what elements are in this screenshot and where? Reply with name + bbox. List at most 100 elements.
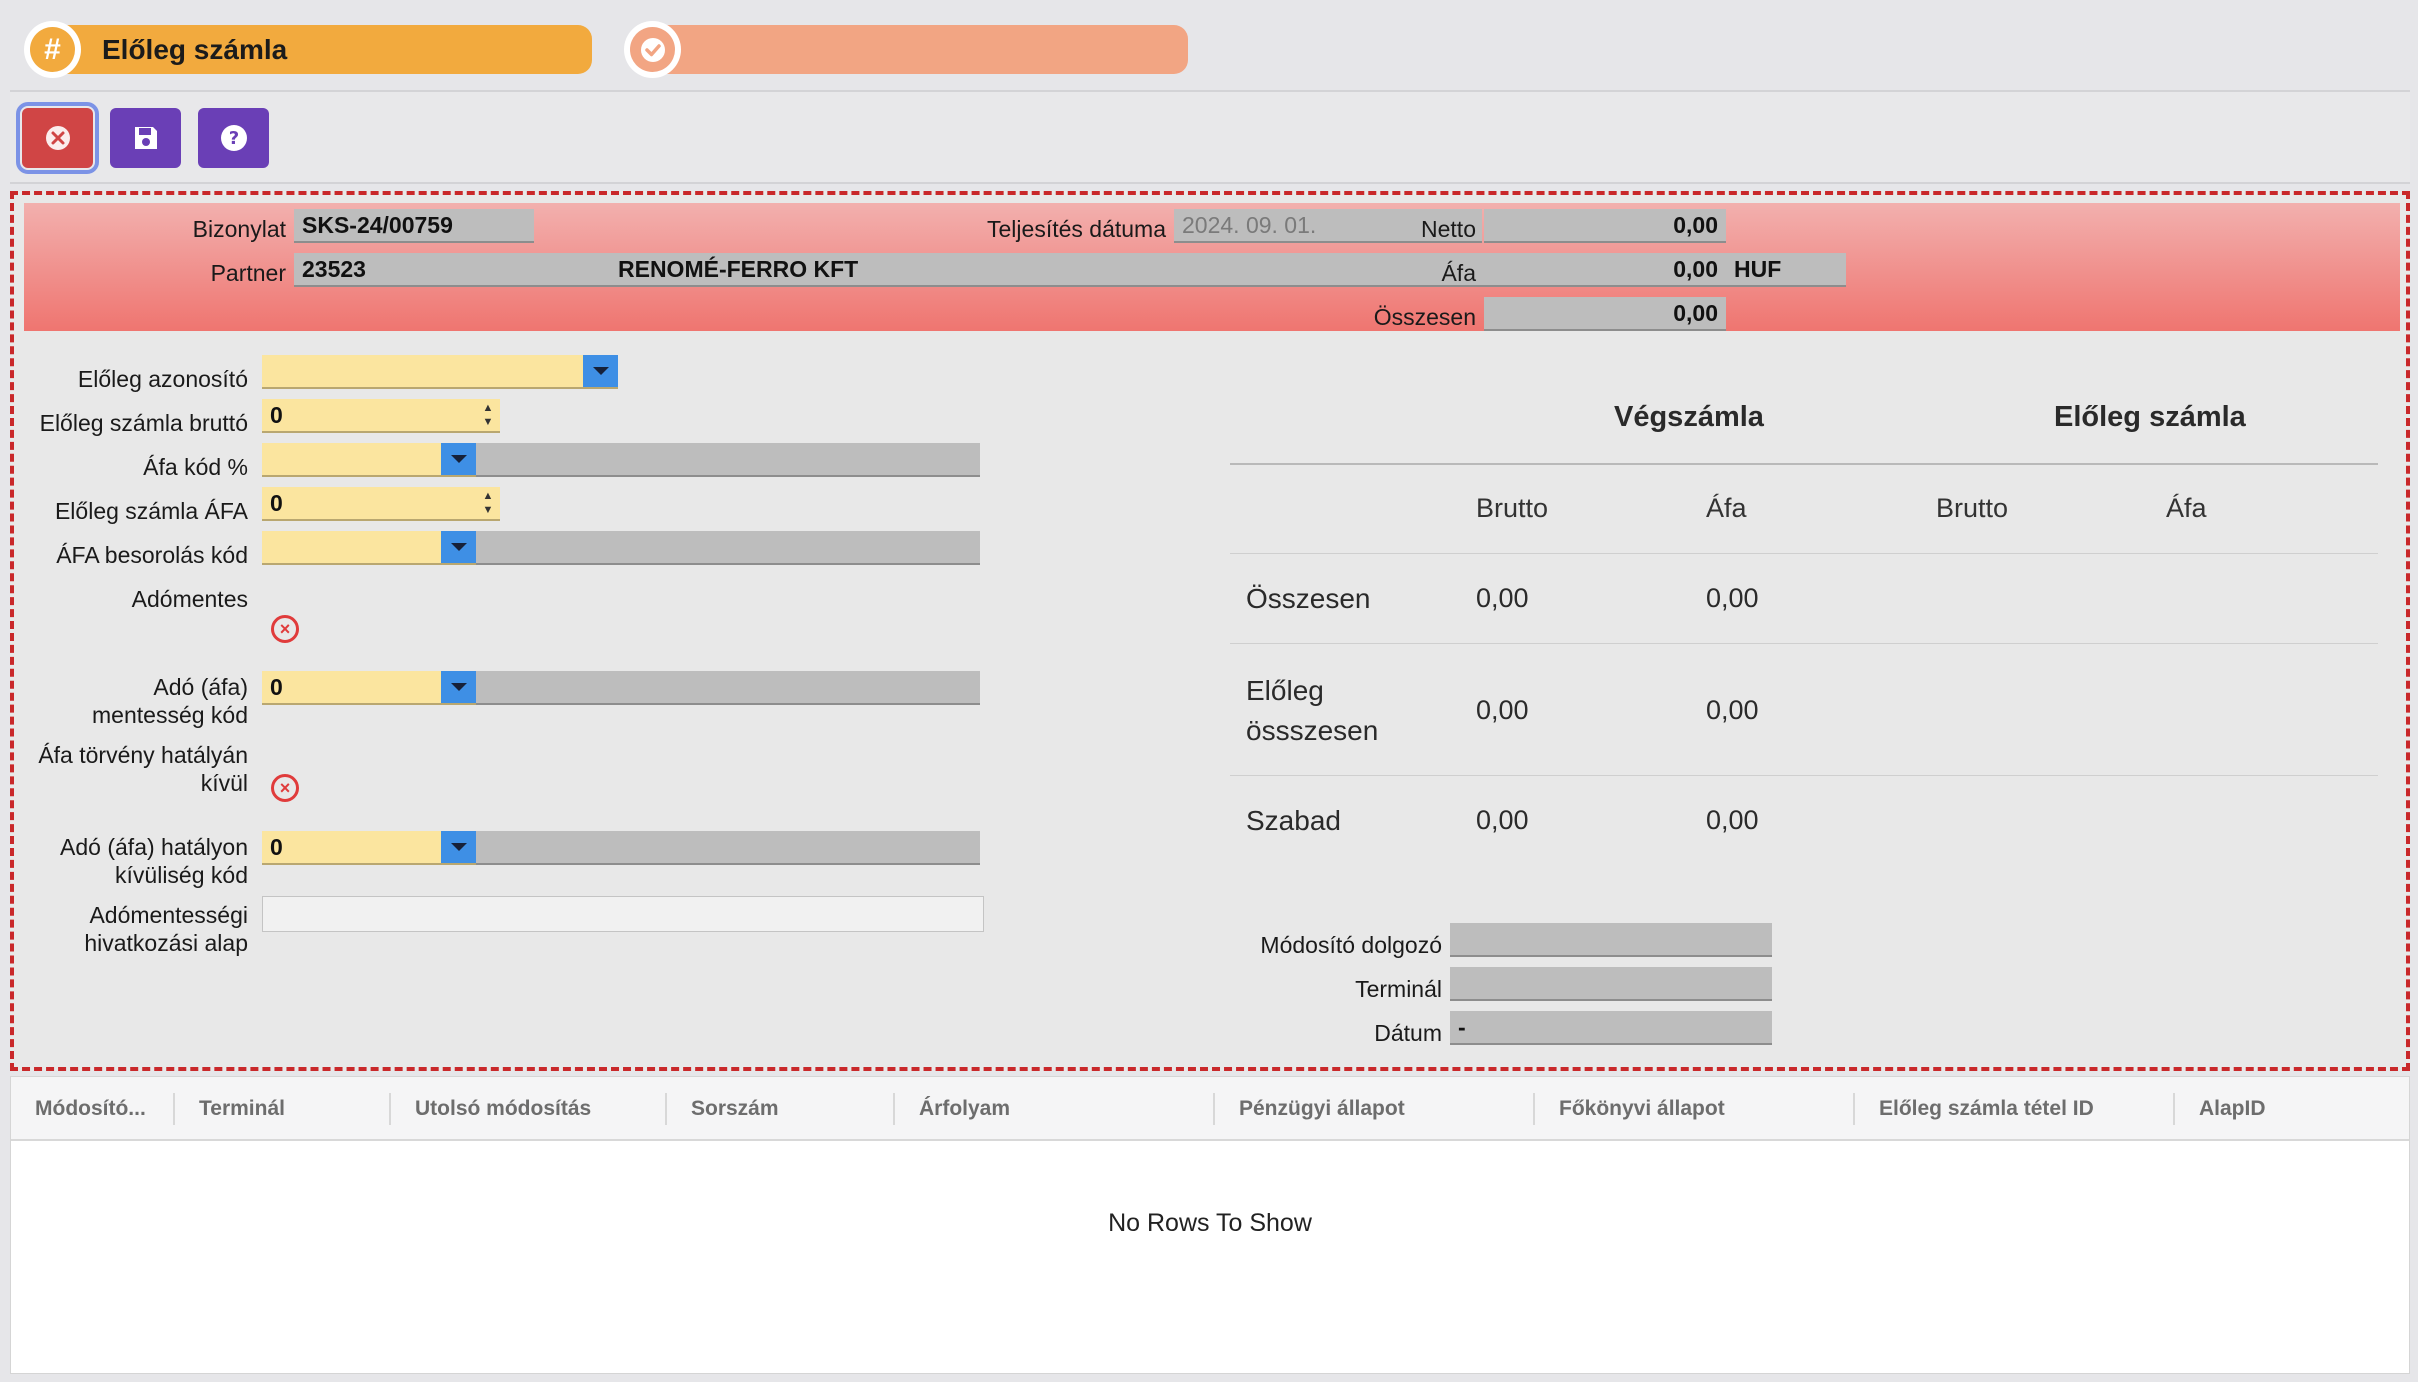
hivatkozasi-label-line1: Adómentességi — [89, 902, 248, 928]
vegszamla-title: Végszámla — [1614, 401, 1764, 433]
osszesen-label: Összesen — [1373, 304, 1476, 330]
adomentes-label: Adómentes — [131, 586, 248, 612]
teljesites-label: Teljesítés dátuma — [987, 216, 1166, 242]
mentesseg-value: 0 — [270, 674, 283, 700]
column-header-sorszam[interactable]: Sorszám — [691, 1077, 891, 1141]
eloleg-afa-value: 0 — [270, 490, 283, 516]
column-header-arfolyam[interactable]: Árfolyam — [919, 1077, 1209, 1141]
afa-kod-select[interactable] — [262, 443, 476, 477]
column-resize-handle[interactable] — [1213, 1093, 1215, 1125]
tab-second[interactable] — [624, 21, 1188, 78]
chevron-down-icon[interactable] — [441, 671, 476, 703]
modosito-dolgozo-field — [1450, 923, 1772, 957]
stepper-icon[interactable]: ▲ ▼ — [480, 491, 496, 516]
netto-label: Netto — [1421, 216, 1476, 242]
column-header-utolso-modositas[interactable]: Utolsó módosítás — [415, 1077, 665, 1141]
adomentes-checkbox-off-icon[interactable]: × — [271, 615, 299, 643]
eloleg-azonosito-select[interactable] — [262, 355, 618, 389]
close-circle-icon — [45, 126, 70, 150]
afa-kod-label: Áfa kód % — [143, 454, 248, 480]
close-button[interactable] — [16, 102, 99, 174]
chevron-down-icon[interactable] — [441, 831, 476, 863]
column-resize-handle[interactable] — [389, 1093, 391, 1125]
hash-icon: # — [24, 21, 81, 78]
hivatkozasi-input[interactable] — [262, 896, 984, 932]
summary-row-divider — [1230, 775, 2378, 776]
svg-text:?: ? — [228, 128, 238, 149]
modosito-dolgozo-label: Módosító dolgozó — [1260, 932, 1442, 958]
grid-header: Módosító... Terminál Utolsó módosítás So… — [11, 1077, 2409, 1141]
chevron-down-icon[interactable] — [441, 443, 476, 475]
data-grid: Módosító... Terminál Utolsó módosítás So… — [10, 1076, 2410, 1374]
eloleg-azonosito-label: Előleg azonosító — [77, 366, 248, 392]
eloleg-brutto-value: 0 — [270, 402, 283, 428]
hatalyon-value: 0 — [270, 834, 283, 860]
column-header-modosito[interactable]: Módosító... — [35, 1077, 165, 1141]
tab-title: Előleg számla — [102, 33, 288, 65]
torveny-checkbox-off-icon[interactable]: × — [271, 774, 299, 802]
afa-besorolas-select[interactable] — [262, 531, 476, 565]
summary-row-divider — [1230, 553, 2378, 554]
column-header-alapid[interactable]: AlapID — [2199, 1077, 2379, 1141]
eloleg-szamla-title: Előleg számla — [2054, 401, 2246, 433]
column-resize-handle[interactable] — [665, 1093, 667, 1125]
afa-besorolas-label: ÁFA besorolás kód — [56, 542, 248, 568]
save-button[interactable] — [110, 108, 181, 168]
afa-field: 0,00 — [1484, 253, 1726, 287]
afa-besorolas-description — [476, 531, 980, 565]
hatalyon-label-line2: kívüliség kód — [115, 862, 248, 888]
column-resize-handle[interactable] — [2173, 1093, 2175, 1125]
mentesseg-label-line1: Adó (áfa) — [153, 674, 248, 700]
netto-field: 0,00 — [1484, 209, 1726, 243]
eloleg-brutto-label: Előleg számla bruttó — [39, 410, 248, 436]
column-header-penzugyi-allapot[interactable]: Pénzügyi állapot — [1239, 1077, 1529, 1141]
document-form: Bizonylat SKS-24/00759 Partner 23523 REN… — [10, 191, 2410, 1071]
floppy-disk-icon — [134, 127, 157, 149]
bizonylat-label: Bizonylat — [192, 216, 286, 242]
chevron-down-icon[interactable] — [441, 531, 476, 563]
vegszamla-afa-header: Áfa — [1706, 493, 1747, 523]
column-header-fokonyvi-allapot[interactable]: Főkönyvi állapot — [1559, 1077, 1849, 1141]
column-resize-handle[interactable] — [1533, 1093, 1535, 1125]
summary-szabad-afa: 0,00 — [1706, 805, 1759, 835]
torveny-label-line2: kívül — [200, 770, 248, 796]
eloleg-afa-input[interactable]: 0 ▲ ▼ — [262, 487, 500, 521]
summary-row-eloleg-label-line1: Előleg — [1246, 675, 1324, 706]
help-button[interactable]: ? — [198, 108, 269, 168]
partner-code-field[interactable]: 23523 — [294, 253, 610, 287]
hivatkozasi-label-line2: hivatkozási alap — [84, 930, 248, 956]
hatalyon-select[interactable]: 0 — [262, 831, 476, 865]
hatalyon-label-line1: Adó (áfa) hatályon — [60, 834, 248, 860]
summary-row-divider — [1230, 643, 2378, 644]
datum-field: - — [1450, 1011, 1772, 1045]
grid-empty-message: No Rows To Show — [1108, 1209, 1312, 1237]
column-resize-handle[interactable] — [893, 1093, 895, 1125]
tab-eloleg-szamla[interactable]: # Előleg számla — [24, 21, 592, 78]
summary-row-eloleg-label-line2: össszesen — [1246, 715, 1379, 746]
mentesseg-select[interactable]: 0 — [262, 671, 476, 705]
torveny-label-line1: Áfa törvény hatályán — [38, 742, 248, 768]
chevron-down-icon[interactable] — [583, 355, 618, 387]
summary-eloleg-afa: 0,00 — [1706, 695, 1759, 725]
eloleg-afa-label: Előleg számla ÁFA — [54, 498, 248, 524]
eloleg-brutto-header: Brutto — [1936, 493, 2009, 523]
toolbar: ? — [10, 90, 2410, 184]
column-resize-handle[interactable] — [173, 1093, 175, 1125]
summary-szabad-brutto: 0,00 — [1476, 805, 1529, 835]
column-resize-handle[interactable] — [1853, 1093, 1855, 1125]
eloleg-brutto-input[interactable]: 0 ▲ ▼ — [262, 399, 500, 433]
hatalyon-description — [476, 831, 980, 865]
terminal-field — [1450, 967, 1772, 1001]
column-header-terminal[interactable]: Terminál — [199, 1077, 399, 1141]
eloleg-afa-header: Áfa — [2166, 493, 2207, 523]
bizonylat-field[interactable]: SKS-24/00759 — [294, 209, 534, 243]
summary-divider — [1230, 463, 2378, 465]
terminal-label: Terminál — [1355, 976, 1442, 1002]
datum-label: Dátum — [1374, 1020, 1442, 1046]
column-header-tetel-id[interactable]: Előleg számla tétel ID — [1879, 1077, 2169, 1141]
afa-label: Áfa — [1441, 260, 1476, 286]
stepper-icon[interactable]: ▲ ▼ — [480, 403, 496, 428]
osszesen-field: 0,00 — [1484, 297, 1726, 331]
check-badge-icon — [624, 21, 681, 78]
question-circle-icon: ? — [220, 125, 247, 151]
